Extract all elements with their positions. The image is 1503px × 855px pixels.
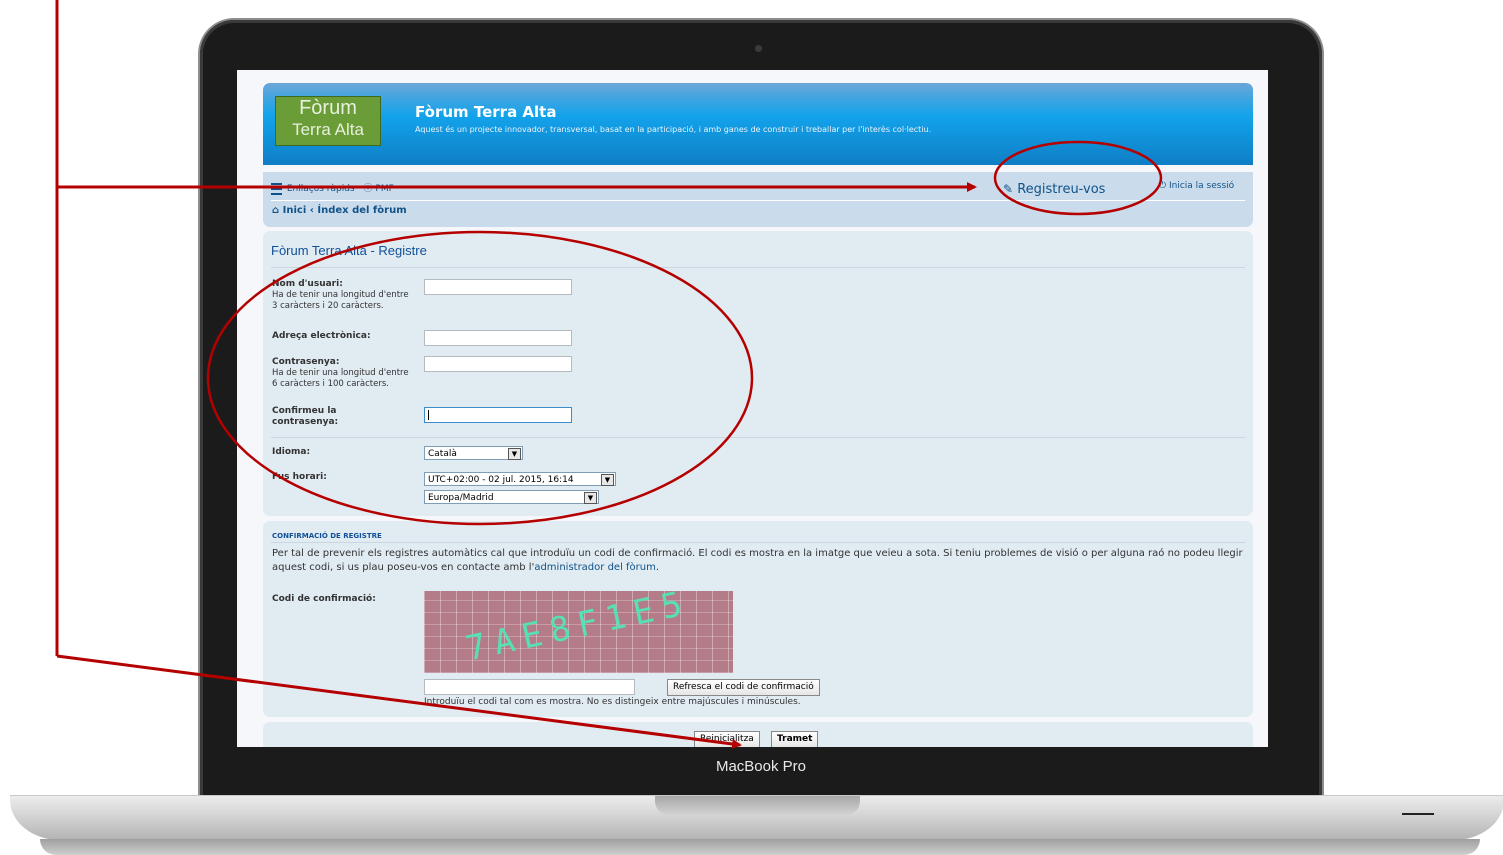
password-label-text: Contrasenya: [272, 357, 340, 367]
quick-links[interactable]: Enllaços ràpids ⓘ PMF [271, 181, 394, 195]
confirmation-divider [271, 542, 1245, 543]
confirm-password-label: Confirmeu la contrasenya: [272, 406, 339, 427]
chevron-down-icon: ▼ [508, 448, 521, 460]
confirmation-text: Per tal de prevenir els registres automà… [272, 548, 1243, 573]
confirmation-code-label: Codi de confirmació: [272, 594, 376, 604]
laptop-indicator [1402, 813, 1434, 815]
navbar: Enllaços ràpids ⓘ PMF ✎ Registreu-vos ⏻ … [263, 172, 1253, 227]
email-label: Adreça electrònica: [272, 331, 371, 341]
breadcrumb-index[interactable]: Índex del fòrum [317, 205, 406, 216]
home-icon: ⌂ [272, 205, 280, 216]
page-title: Fòrum Terra Alta - Registre [271, 243, 427, 258]
actions-panel: Reinicialitza Tramet [263, 722, 1253, 747]
logo-line1: Fòrum [299, 97, 357, 119]
language-label: Idioma: [272, 447, 311, 457]
confirmation-title: CONFIRMACIÓ DE REGISTRE [272, 532, 382, 540]
confirmation-panel: CONFIRMACIÓ DE REGISTRE Per tal de preve… [263, 521, 1253, 717]
confirmation-text-end: . [655, 562, 660, 573]
camera [755, 45, 762, 52]
laptop-base [10, 795, 1503, 840]
timezone-value: UTC+02:00 - 02 jul. 2015, 16:14 [428, 475, 574, 485]
site-description: Aquest és un projecte innovador, transve… [415, 125, 932, 134]
language-value: Català [428, 449, 457, 459]
breadcrumb-separator: ‹ [309, 205, 314, 216]
chevron-down-icon: ▼ [601, 474, 614, 486]
email-input[interactable] [424, 330, 572, 346]
timezone-region-select[interactable]: Europa/Madrid ▼ [424, 490, 599, 504]
section-divider [271, 437, 1245, 438]
faq-label: PMF [375, 184, 394, 194]
laptop-notch [655, 796, 860, 815]
faq-link[interactable]: ⓘ PMF [364, 184, 394, 194]
registration-panel: Fòrum Terra Alta - Registre Nom d'usuari… [263, 231, 1253, 516]
site-title: Fòrum Terra Alta [415, 103, 557, 121]
username-label: Nom d'usuari: Ha de tenir una longitud d… [272, 279, 412, 312]
laptop-base-lip [40, 839, 1480, 855]
login-label: Inicia la sessió [1169, 181, 1235, 191]
confirmation-description: Per tal de prevenir els registres automà… [272, 547, 1247, 575]
navbar-divider [271, 200, 1245, 201]
password-label: Contrasenya: Ha de tenir una longitud d'… [272, 357, 412, 390]
laptop-brand-label: MacBook Pro [715, 758, 807, 775]
refresh-captcha-button[interactable]: Refresca el codi de confirmació [667, 679, 820, 696]
help-icon: ⓘ [363, 184, 373, 194]
breadcrumb-home[interactable]: Inici [283, 205, 307, 216]
logo-line2: Terra Alta [292, 120, 364, 139]
captcha-image: 7AE8F1E5 [424, 583, 733, 673]
admin-link[interactable]: administrador del fòrum [534, 562, 656, 573]
register-link[interactable]: ✎ Registreu-vos [1003, 177, 1175, 201]
username-label-text: Nom d'usuari: [272, 279, 343, 289]
chevron-down-icon: ▼ [584, 492, 597, 504]
confirm-password-input[interactable] [424, 407, 572, 423]
timezone-select[interactable]: UTC+02:00 - 02 jul. 2015, 16:14 ▼ [424, 472, 616, 486]
site-header: Fòrum Terra Alta Fòrum Terra Alta Aquest… [263, 83, 1253, 165]
timezone-label: Fus horari: [272, 472, 327, 482]
register-icon: ✎ [1003, 182, 1014, 196]
site-logo[interactable]: Fòrum Terra Alta [275, 96, 381, 146]
power-icon: ⏻ [1159, 181, 1167, 191]
reset-button[interactable]: Reinicialitza [694, 731, 760, 747]
breadcrumb: ⌂ Inici ‹ Índex del fòrum [272, 205, 407, 216]
captcha-note: Introduïu el codi tal com es mostra. No … [424, 697, 801, 707]
submit-button[interactable]: Tramet [771, 731, 819, 747]
quick-links-label: Enllaços ràpids [286, 184, 355, 194]
login-link[interactable]: ⏻ Inicia la sessió [1159, 181, 1234, 191]
title-divider [271, 267, 1245, 268]
browser-screen: Fòrum Terra Alta Fòrum Terra Alta Aquest… [237, 70, 1268, 747]
username-input[interactable] [424, 279, 572, 295]
username-hint: Ha de tenir una longitud d'entre 3 caràc… [272, 290, 409, 311]
menu-icon [271, 182, 282, 195]
timezone-region-value: Europa/Madrid [428, 493, 494, 503]
password-input[interactable] [424, 356, 572, 372]
language-select[interactable]: Català ▼ [424, 446, 523, 460]
captcha-input[interactable] [424, 679, 635, 695]
text-caret [428, 410, 429, 420]
password-hint: Ha de tenir una longitud d'entre 6 caràc… [272, 368, 409, 389]
register-label: Registreu-vos [1017, 182, 1106, 197]
